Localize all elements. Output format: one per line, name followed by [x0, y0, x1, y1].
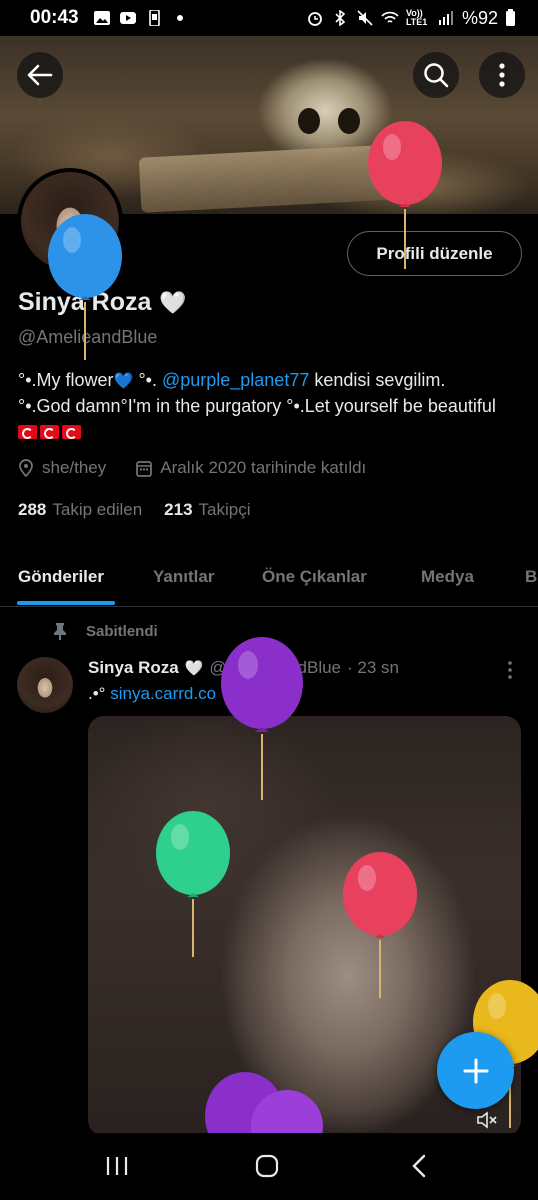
alarm-icon	[308, 12, 322, 26]
bio-text: °•.My flower	[18, 370, 114, 390]
banner-book-shape	[138, 144, 402, 213]
back-button[interactable]	[17, 52, 63, 98]
plus-icon	[463, 1058, 488, 1083]
chevron-left-icon	[412, 1154, 426, 1178]
calendar-icon	[136, 460, 153, 477]
tab-likes[interactable]: B	[525, 567, 537, 587]
balloon-blue	[48, 214, 122, 360]
post-text-prefix: .•°	[88, 684, 106, 703]
bio-text: °•.God damn°I'm in the purgatory °•.Let …	[18, 396, 496, 416]
mute-status-icon	[357, 10, 373, 26]
tab-highlights[interactable]: Öne Çıkanlar	[262, 567, 367, 587]
profile-tabs: Gönderiler Yanıtlar Öne Çıkanlar Medya B	[0, 555, 538, 607]
home-icon	[255, 1154, 279, 1178]
turkey-flag-emoji	[18, 425, 37, 440]
post-text: .•° sinya.carrd.co °.	[88, 684, 232, 704]
more-vertical-icon	[499, 63, 505, 87]
gallery-icon	[93, 11, 110, 25]
tab-media[interactable]: Medya	[421, 567, 474, 587]
signal-icon	[438, 11, 453, 25]
following-label: Takip edilen	[52, 500, 143, 519]
volume-mute-icon[interactable]	[476, 1110, 498, 1130]
bio-text: °•.	[133, 370, 162, 390]
follow-stats: 288 Takip edilen 213 Takipçi	[18, 500, 251, 520]
active-tab-indicator	[17, 601, 115, 605]
post-author-name[interactable]: Sinya Roza	[88, 658, 179, 678]
following-count: 288	[18, 500, 47, 519]
post-timestamp[interactable]: · 23 sn	[347, 658, 399, 678]
balloon-red	[343, 852, 417, 998]
battery-icon	[506, 9, 515, 26]
profile-meta: she/they Aralık 2020 tarihinde katıldı	[18, 458, 366, 478]
followers-link[interactable]: 213 Takipçi	[164, 500, 250, 520]
pinned-label: Sabitlendi	[86, 622, 158, 640]
pin-icon	[54, 623, 66, 640]
search-icon	[424, 63, 449, 88]
post-link[interactable]: sinya.carrd.co	[110, 684, 216, 703]
notification-dot	[176, 15, 183, 21]
post-more-icon[interactable]	[504, 660, 516, 680]
blue-heart-emoji: 💙	[113, 373, 134, 390]
turkey-flag-emoji	[62, 425, 81, 440]
post-author-avatar[interactable]	[17, 657, 73, 713]
bluetooth-icon	[335, 10, 346, 26]
compose-button[interactable]	[437, 1032, 514, 1109]
joined-date: Aralık 2020 tarihinde katıldı	[160, 458, 367, 477]
following-link[interactable]: 288 Takip edilen	[18, 500, 142, 520]
turkey-flag-emoji	[40, 425, 59, 440]
balloon-green	[156, 811, 230, 957]
white-heart-emoji: 🤍	[159, 289, 187, 315]
pronouns: she/they	[42, 458, 107, 477]
banner-skull-eye	[338, 108, 360, 134]
followers-count: 213	[164, 500, 193, 519]
youtube-icon	[119, 12, 136, 24]
profile-bio: °•.My flower💙 °•. @purple_planet77 kendi…	[18, 368, 518, 444]
tab-replies[interactable]: Yanıtlar	[153, 567, 214, 587]
network-label: Vo)) LTE1	[405, 8, 428, 27]
system-nav-bar	[0, 1133, 538, 1200]
recent-apps-icon	[106, 1157, 128, 1175]
wifi-icon	[381, 11, 399, 23]
search-button[interactable]	[413, 52, 459, 98]
pinned-indicator: Sabitlendi	[52, 622, 158, 640]
back-nav-button[interactable]	[404, 1151, 434, 1181]
banner-skull-eye	[298, 108, 320, 134]
tab-posts[interactable]: Gönderiler	[18, 567, 104, 587]
followers-label: Takipçi	[198, 500, 251, 519]
balloon-red	[368, 121, 442, 269]
white-heart-emoji: 🤍	[184, 660, 204, 677]
location-pin-icon	[19, 459, 33, 477]
bio-mention-link[interactable]: @purple_planet77	[162, 370, 309, 390]
home-button[interactable]	[252, 1151, 282, 1181]
balloon-purple	[221, 637, 303, 800]
more-options-button[interactable]	[479, 52, 525, 98]
status-time: 00:43	[30, 7, 79, 28]
recent-apps-button[interactable]	[102, 1151, 132, 1181]
arrow-left-icon	[27, 64, 53, 86]
balloon-purple	[205, 1072, 323, 1133]
battery-level: %92	[461, 7, 498, 28]
phone-icon	[148, 10, 160, 26]
status-bar: 00:43 Vo)) LTE1 %92	[0, 0, 538, 36]
bio-text: kendisi sevgilim.	[309, 370, 446, 390]
